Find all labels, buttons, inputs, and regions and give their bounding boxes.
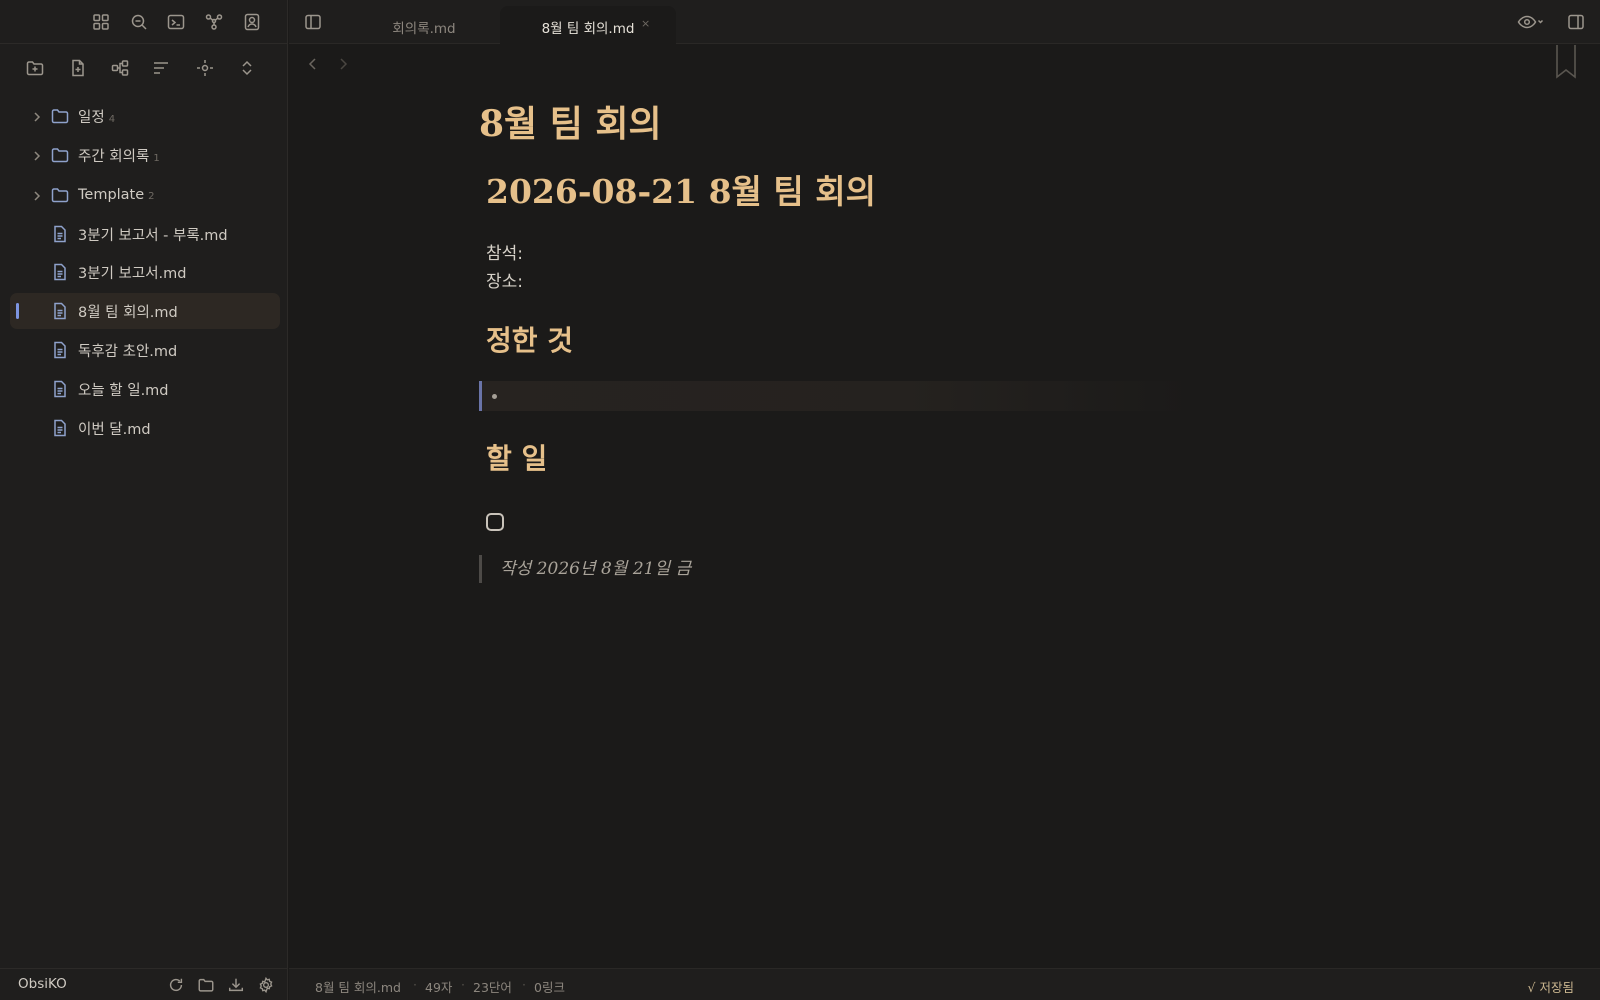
graph-nodes-icon[interactable] [108, 56, 132, 80]
folder-label: 일정 4 [78, 106, 115, 127]
back-arrow-icon[interactable] [302, 53, 324, 75]
attendees-field[interactable]: 참석: [486, 239, 523, 264]
status-saved: √ 저장됨 [1527, 980, 1574, 995]
graph-icon[interactable] [202, 10, 226, 34]
vault-name[interactable]: ObsiKO [18, 976, 67, 992]
file-item[interactable]: 3분기 보고서 - 부록.md [10, 216, 280, 252]
download-icon[interactable] [224, 973, 248, 997]
document-icon [50, 340, 70, 360]
locate-icon[interactable] [193, 56, 217, 80]
file-item-active[interactable]: 8월 팀 회의.md [10, 293, 280, 329]
file-label: 3분기 보고서.md [78, 265, 187, 282]
folder-label: Template 2 [78, 187, 155, 203]
folder-label: 주간 회의록 1 [78, 145, 160, 166]
chevron-right-icon[interactable] [30, 148, 44, 162]
status-bar: 8월 팀 회의.md · 49자 · 23단어 · 0링크 √ 저장됨 [289, 968, 1600, 1000]
folder-count: 2 [148, 191, 155, 202]
task-checkbox[interactable] [486, 513, 504, 531]
folder-icon[interactable] [194, 973, 218, 997]
settings-icon[interactable] [254, 973, 278, 997]
editor-pane[interactable]: 8월 팀 회의 2026-08-21 8월 팀 회의 참석: 장소: 정한 것 … [289, 45, 1600, 968]
status-filename: 8월 팀 회의.md [315, 980, 401, 995]
file-label: 이번 달.md [78, 421, 151, 438]
sidebar-footer: ObsiKO [0, 968, 288, 1000]
new-note-icon[interactable] [66, 56, 90, 80]
file-label: 독후감 초안.md [78, 343, 178, 360]
folder-count: 1 [153, 152, 160, 164]
sort-icon[interactable] [149, 56, 173, 80]
file-label: 8월 팀 회의.md [78, 304, 178, 321]
folder-icon [50, 106, 70, 126]
document-icon [50, 262, 70, 282]
tab-label: 회의록.md [392, 21, 456, 37]
tab-bar: 회의록.md × 8월 팀 회의.md × [289, 0, 1600, 44]
new-folder-icon[interactable] [23, 56, 47, 80]
collapse-expand-icon[interactable] [235, 56, 259, 80]
toggle-sidebar-icon[interactable] [301, 10, 325, 34]
folder-name: 일정 [78, 109, 105, 126]
forward-arrow-icon[interactable] [332, 53, 354, 75]
status-separator: · [522, 977, 526, 992]
folder-item[interactable]: Template 2 [10, 177, 280, 213]
folder-icon [50, 145, 70, 165]
chevron-right-icon[interactable] [30, 109, 44, 123]
document-icon [50, 301, 70, 321]
refresh-icon[interactable] [164, 973, 188, 997]
file-item[interactable]: 오늘 할 일.md [10, 371, 280, 407]
file-item[interactable]: 독후감 초안.md [10, 332, 280, 368]
bullet-point [492, 394, 497, 399]
folder-name: 주간 회의록 [78, 148, 150, 165]
status-link-count: 0링크 [534, 980, 565, 995]
folder-item[interactable]: 일정 4 [10, 98, 280, 134]
folder-name: Template [78, 187, 145, 203]
grid-icon[interactable] [89, 10, 113, 34]
status-separator: · [413, 977, 417, 992]
file-item[interactable]: 3분기 보고서.md [10, 254, 280, 290]
bookmark-icon[interactable] [1554, 45, 1578, 79]
profile-icon[interactable] [240, 10, 264, 34]
location-field[interactable]: 장소: [486, 267, 523, 292]
heading-1[interactable]: 2026-08-21 8월 팀 회의 [486, 165, 876, 213]
search-icon[interactable] [127, 10, 151, 34]
sidebar-ribbon [0, 0, 288, 44]
note-title[interactable]: 8월 팀 회의 [479, 95, 662, 147]
heading-decisions[interactable]: 정한 것 [486, 319, 573, 359]
view-mode-icon[interactable] [1513, 10, 1549, 34]
status-word-count: 23단어 [473, 980, 512, 995]
toggle-right-sidebar-icon[interactable] [1564, 10, 1588, 34]
heading-todo[interactable]: 할 일 [486, 437, 547, 477]
folder-icon [50, 185, 70, 205]
file-label: 오늘 할 일.md [78, 382, 169, 399]
document-icon [50, 418, 70, 438]
document-icon [50, 379, 70, 399]
file-label: 3분기 보고서 - 부록.md [78, 227, 228, 244]
folder-item[interactable]: 주간 회의록 1 [10, 137, 280, 173]
file-item[interactable]: 이번 달.md [10, 410, 280, 446]
footer-blockquote[interactable]: 작성 2026년 8월 21일 금 [479, 555, 691, 583]
folder-count: 4 [108, 113, 116, 125]
active-indicator [16, 303, 19, 319]
tab-close-icon[interactable]: × [641, 17, 650, 30]
tab-august-team-meeting[interactable]: 8월 팀 회의.md × [500, 6, 676, 44]
file-explorer-sidebar: 일정 4 주간 회의록 1 Template 2 3분기 보고서 - 부록.md 3분… [0, 0, 288, 1000]
chevron-right-icon[interactable] [30, 188, 44, 202]
status-separator: · [461, 977, 465, 992]
terminal-icon[interactable] [164, 10, 188, 34]
document-icon [50, 224, 70, 244]
status-char-count: 49자 [425, 980, 453, 995]
active-bullet-line[interactable] [479, 381, 1189, 411]
